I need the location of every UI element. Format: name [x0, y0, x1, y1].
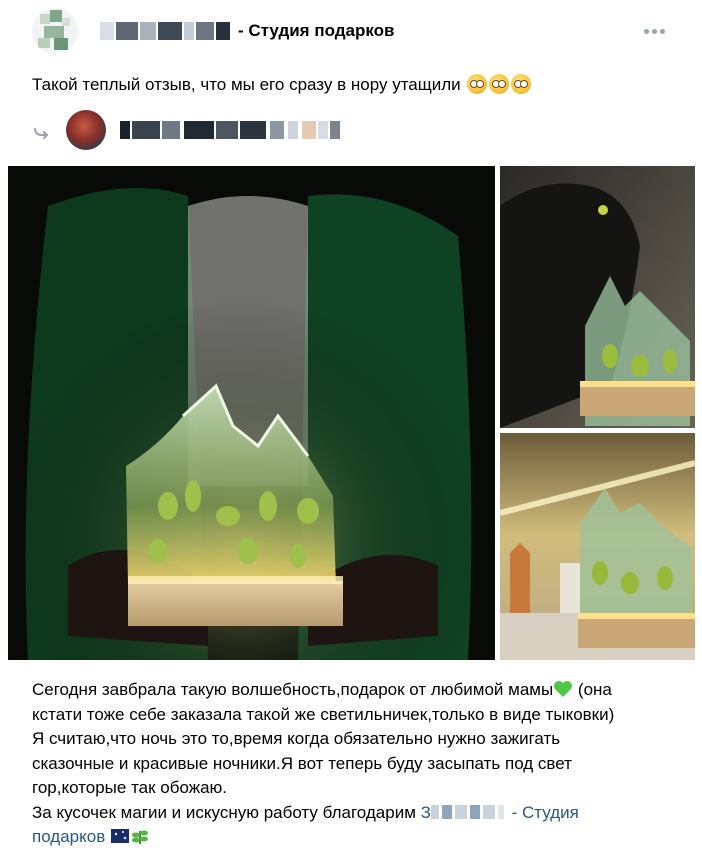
- author-name[interactable]: - Студия подарков: [238, 20, 395, 42]
- photo-cat-with-lamp[interactable]: [500, 166, 695, 428]
- photo-gallery: [8, 166, 695, 660]
- body-text-span: За кусочек магии и искусную работу благо…: [32, 802, 421, 822]
- studio-link[interactable]: З - Студия: [421, 803, 579, 822]
- more-horizontal-icon[interactable]: [644, 29, 666, 35]
- author-avatar[interactable]: [32, 8, 78, 54]
- photo-mountain-lamp-in-hands[interactable]: [8, 166, 495, 660]
- repost-author-blurred[interactable]: [120, 121, 342, 139]
- body-line: подарков: [32, 825, 682, 850]
- post-card: - Студия подарков Такой теплый отзыв, чт…: [0, 0, 702, 860]
- body-line: кстати тоже себе заказала такой же свети…: [32, 704, 615, 724]
- herb-emoji: [131, 830, 148, 844]
- studio-link-blurred[interactable]: [430, 802, 507, 819]
- photo-lamp-on-shelf[interactable]: [500, 433, 695, 660]
- body-line: Сегодня завбрала такую волшебность,подар…: [32, 678, 682, 703]
- night-sky-emoji: [110, 829, 129, 843]
- post-text: Такой теплый отзыв, что мы его сразу в н…: [32, 74, 532, 96]
- flushed-face-emoji: [489, 74, 510, 94]
- flushed-face-emoji: [511, 74, 532, 94]
- body-text-span: (она: [573, 680, 612, 699]
- body-line: Я считаю,что ночь это то,время когда обя…: [32, 729, 561, 748]
- author-name-blurred[interactable]: [100, 22, 234, 40]
- body-line: За кусочек магии и искусную работу благо…: [32, 801, 682, 826]
- repost-arrow-icon: [34, 128, 48, 139]
- flushed-face-emoji: [467, 74, 488, 94]
- body-text-span: Сегодня завбрала такую волшебность,подар…: [32, 680, 554, 699]
- body-line: гор,которые так обожаю.: [32, 778, 228, 797]
- studio-link-end[interactable]: - Студия: [512, 803, 579, 822]
- body-line: сказочные и красивые ночники.Я вот тепер…: [32, 753, 572, 773]
- green-heart-emoji: [554, 681, 573, 697]
- repost-source[interactable]: [32, 110, 692, 150]
- post-body: Сегодня завбрала такую волшебность,подар…: [32, 678, 682, 850]
- studio-link-start[interactable]: З: [421, 803, 431, 822]
- studio-link-continued[interactable]: подарков: [32, 827, 105, 846]
- post-header: - Студия подарков: [0, 0, 702, 62]
- post-text-content: Такой теплый отзыв, что мы его сразу в н…: [32, 75, 461, 94]
- user-avatar-icon[interactable]: [66, 110, 106, 150]
